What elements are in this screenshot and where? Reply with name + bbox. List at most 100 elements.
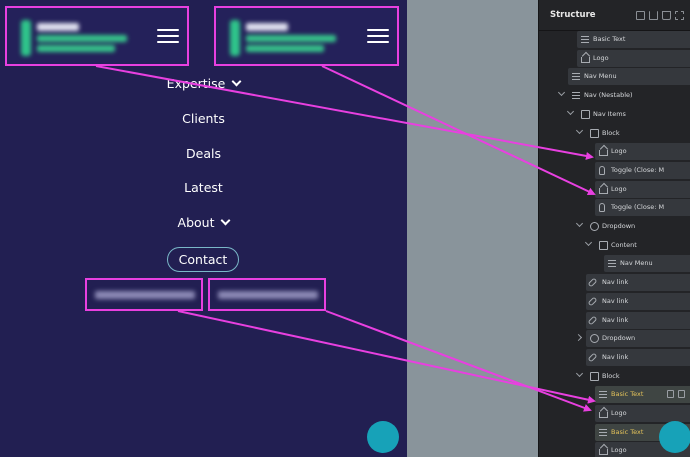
text-lines-icon [608,259,617,268]
hamburger-menu-icon[interactable] [367,28,389,44]
nav-item-about[interactable]: About [0,215,407,230]
expand-icon[interactable] [675,11,684,20]
tree-node-label: Logo [611,409,627,417]
chevron-down-icon[interactable] [585,240,593,248]
nav-item-clients[interactable]: Clients [0,111,407,126]
text-lines-icon [599,428,608,437]
chevron-down-icon [231,76,242,87]
tree-node-label: Logo [593,53,609,62]
tree-node-label: Basic Text [611,427,644,436]
tree-node-label: Nav link [602,352,629,361]
trash-icon[interactable] [662,11,671,20]
node-actions [667,390,687,399]
tree-node-label: Toggle (Close: M [611,203,665,212]
tree-node-dropdown[interactable]: Dropdown [539,330,690,348]
chevron-down-icon[interactable] [576,128,584,136]
chevron-down-icon[interactable] [558,90,566,98]
tree-node-logo[interactable]: Logo [539,143,690,161]
nav-item-expertise[interactable]: Expertise [0,76,407,91]
block-square-icon [590,371,599,381]
contact-button[interactable]: Contact [167,247,239,272]
chevron-down-icon[interactable] [576,371,584,379]
tree-node-logo[interactable]: Logo [539,49,690,67]
tree-node-label: Nav (Nestable) [584,91,633,100]
nav-item-label: About [177,215,215,230]
chevron-right-icon[interactable] [576,333,584,341]
logo-home-icon [581,56,590,63]
nav-item-label: Clients [182,111,225,126]
structure-panel: Structure Basic Text Logo Nav Menu Nav (Nes… [538,0,690,457]
tree-node-label: Nav link [602,315,629,324]
tree-node-label: Basic Text [611,390,644,399]
text-lines-icon [599,390,608,399]
tree-node-label: Toggle (Close: M [611,165,665,174]
floating-action-button[interactable] [367,421,399,453]
footer-text-highlight-2 [208,278,326,311]
tree-node-nav-link[interactable]: Nav link [539,274,690,292]
tree-node-label: Dropdown [602,222,636,230]
tree-node-label: Nav Items [593,109,626,118]
canvas-background [407,0,538,457]
text-lines-icon [581,35,590,44]
nav-item-deals[interactable]: Deals [0,146,407,161]
structure-header: Structure [539,0,690,31]
tree-node-nav-nestable[interactable]: Nav (Nestable) [539,87,690,104]
tree-node-label: Block [602,128,620,137]
logo-home-icon [599,150,608,157]
nav-item-latest[interactable]: Latest [0,180,407,195]
logo-home-icon [599,412,608,418]
tree-node-label: Basic Text [593,35,626,43]
site-preview: Expertise Clients Deals Latest About Contact [0,0,407,457]
nav-item-label: Latest [184,180,223,195]
copy-icon[interactable] [636,11,645,20]
hamburger-menu-icon[interactable] [157,28,179,44]
tree-node-content[interactable]: Content [539,237,690,254]
nav-item-label: Deals [186,146,221,161]
tree-node-block[interactable]: Block [539,125,690,142]
tree-node-basic-text[interactable]: Basic Text [539,386,690,404]
duplicate-icon[interactable] [667,390,674,399]
tree-node-nav-menu[interactable]: Nav Menu [539,68,690,86]
block-square-icon [590,128,599,138]
tree-node-label: Nav Menu [620,259,653,268]
floating-action-button[interactable] [659,421,690,453]
tree-node-label: Nav Menu [584,72,617,81]
tree-node-logo[interactable]: Logo [539,405,690,422]
tree-node-label: Nav link [602,296,629,305]
tree-node-label: Nav link [602,278,629,287]
header-brand-highlight-2 [214,6,399,66]
nav-item-label: Expertise [166,76,226,91]
blurred-text [95,291,195,299]
structure-title: Structure [550,10,596,20]
logo-home-icon [599,449,608,456]
dropdown-circle-icon [590,222,599,231]
hand-pointer-icon [599,165,605,175]
tree-node-label: Content [611,240,637,249]
tree-node-label: Logo [611,446,627,455]
tree-node-nav-link[interactable]: Nav link [539,348,690,366]
tree-node-nav-link[interactable]: Nav link [539,311,690,329]
chevron-down-icon[interactable] [576,221,584,229]
text-lines-icon [572,91,581,100]
tree-node-label: Dropdown [602,334,636,343]
tree-node-basic-text[interactable]: Basic Text [539,31,690,48]
tree-node-nav-items[interactable]: Nav Items [539,106,690,123]
tree-node-dropdown[interactable]: Dropdown [539,218,690,235]
hand-pointer-icon [599,203,605,213]
trash-icon[interactable] [678,390,685,399]
header-brand-highlight-1 [5,6,189,66]
tree-node-nav-menu[interactable]: Nav Menu [539,255,690,273]
blurred-logo[interactable] [21,20,146,56]
download-icon[interactable] [649,11,658,20]
tree-node-toggle-close-m[interactable]: Toggle (Close: M [539,199,690,217]
tree-node-nav-link[interactable]: Nav link [539,292,690,310]
blurred-logo[interactable] [230,20,355,56]
tree-node-logo[interactable]: Logo [539,180,690,198]
footer-text-highlight-1 [85,278,203,311]
blurred-text [218,291,318,299]
chevron-down-icon[interactable] [567,109,575,117]
chevron-down-icon [221,215,231,226]
tree-node-label: Logo [611,147,627,156]
tree-node-block[interactable]: Block [539,368,690,385]
tree-node-toggle-close-m[interactable]: Toggle (Close: M [539,161,690,179]
